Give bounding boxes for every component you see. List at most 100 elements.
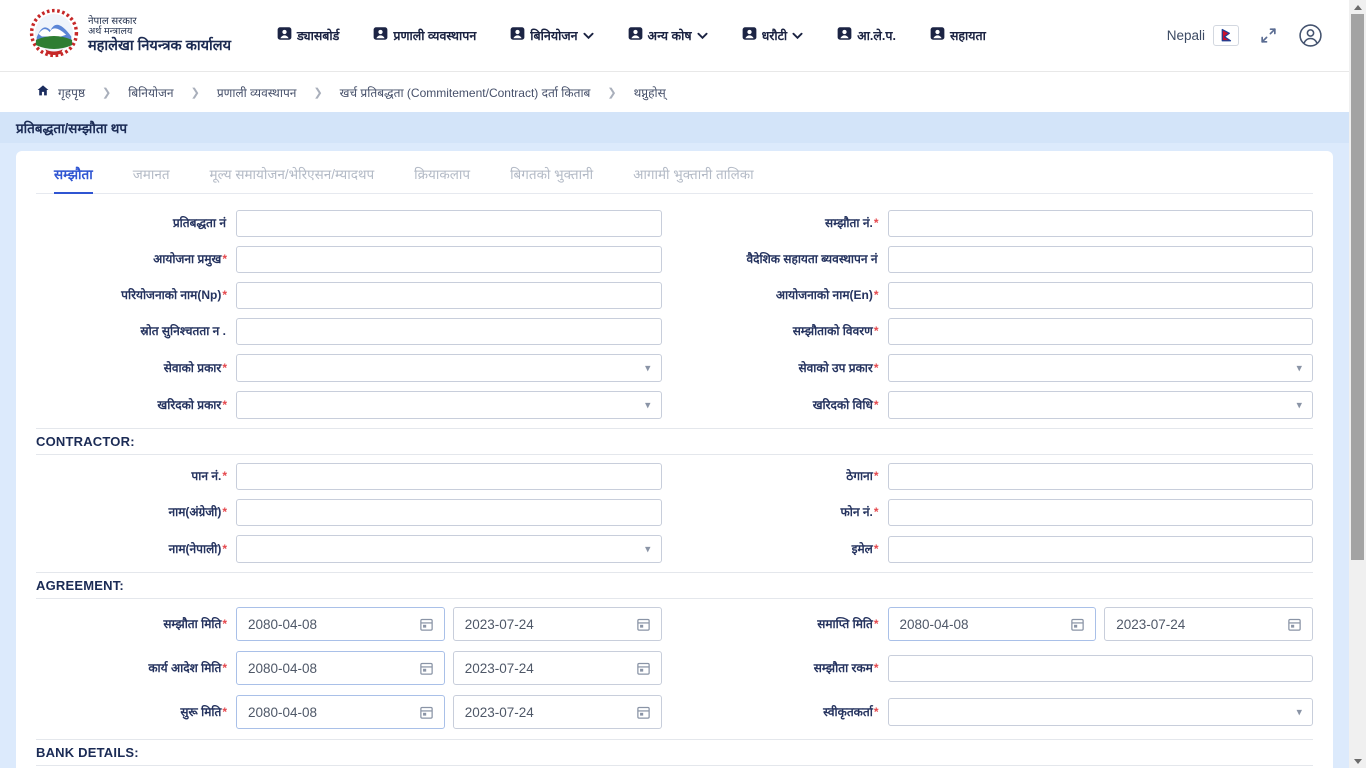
breadcrumb-label: बिनियोजन: [128, 84, 173, 101]
work-order-date-ad-input[interactable]: 2023-07-24: [453, 651, 662, 685]
end-date-bs-input[interactable]: 2080-04-08: [888, 607, 1097, 641]
fullscreen-icon[interactable]: [1259, 26, 1278, 45]
tab-samjhauta[interactable]: सम्झौता: [54, 165, 93, 194]
calendar-icon[interactable]: [1287, 617, 1302, 632]
commitment-no-input[interactable]: [236, 210, 662, 237]
nav-item-label: अन्य कोष: [648, 27, 692, 44]
date-value: 2023-07-24: [465, 617, 534, 632]
email-input[interactable]: [888, 536, 1314, 563]
calendar-icon[interactable]: [636, 617, 651, 632]
breadcrumb-item[interactable]: बिनियोजन: [128, 84, 173, 101]
phone-no-input[interactable]: [888, 499, 1314, 526]
scroll-down-arrow[interactable]: [1349, 754, 1366, 768]
required-asterisk: *: [222, 361, 227, 375]
agreement-detail-input[interactable]: [888, 318, 1314, 345]
label-text: सुरू मिति: [180, 705, 221, 719]
page-title: प्रतिबद्धता/सम्झौता थप: [16, 119, 127, 137]
form-field: परियोजनाको नाम(Np)*: [36, 282, 662, 309]
address-input[interactable]: [888, 463, 1314, 490]
work-order-date-bs-input[interactable]: 2080-04-08: [236, 651, 445, 685]
required-asterisk: *: [222, 661, 227, 675]
label-text: आयोजना प्रमुख: [153, 252, 221, 266]
scrollbar-thumb[interactable]: [1351, 14, 1364, 560]
field-label: फोन नं.*: [688, 505, 888, 520]
breadcrumb-item[interactable]: खर्च प्रतिबद्धता (Commitement/Contract) …: [340, 84, 591, 101]
date-value: 2023-07-24: [1116, 617, 1185, 632]
required-asterisk: *: [874, 542, 879, 556]
procurement-method-select[interactable]: ▾: [888, 391, 1314, 419]
chevron-down-icon: ▾: [645, 362, 651, 375]
form-field: पान नं.*: [36, 463, 662, 490]
calendar-icon[interactable]: [419, 617, 434, 632]
form-field: सेवाको उप प्रकार* ▾: [688, 354, 1314, 382]
agreement-no-input[interactable]: [888, 210, 1314, 237]
breadcrumb-home[interactable]: गृहपृष्ठ: [36, 84, 85, 101]
agreement-amount-input[interactable]: [888, 655, 1314, 682]
tab-jamanat[interactable]: जमानत: [133, 165, 170, 193]
breadcrumb-label: गृहपृष्ठ: [58, 84, 85, 101]
label-text: आयोजनाको नाम(En): [776, 288, 873, 302]
calendar-icon[interactable]: [1070, 617, 1085, 632]
scroll-up-arrow[interactable]: [1349, 0, 1366, 14]
tab-aagami-bhuktani-talika[interactable]: आगामी भुक्तानी तालिका: [633, 165, 754, 193]
label-text: इमेल: [852, 542, 873, 556]
tab-kriyakalap[interactable]: क्रियाकलाप: [414, 165, 470, 193]
nav-item-biniyojan[interactable]: बिनियोजन: [510, 26, 593, 46]
label-text: स्रोत सुनिश्चतता न .: [140, 324, 226, 338]
nepal-flag-icon: [1213, 25, 1239, 46]
foreign-aid-mgmt-no-input[interactable]: [888, 246, 1314, 273]
app-root: नेपाल सरकार अर्थ मन्त्रालय महालेखा नियन्…: [0, 0, 1349, 768]
calendar-icon[interactable]: [419, 661, 434, 676]
name-nepali-select[interactable]: ▾: [236, 535, 662, 563]
project-name-np-input[interactable]: [236, 282, 662, 309]
calendar-icon[interactable]: [419, 705, 434, 720]
project-name-en-input[interactable]: [888, 282, 1314, 309]
nav-item-help[interactable]: सहायता: [930, 26, 986, 46]
agreement-date-bs-input[interactable]: 2080-04-08: [236, 607, 445, 641]
field-label: पान नं.*: [36, 469, 236, 484]
nav-item-label: आ.ले.प.: [857, 27, 896, 44]
source-assurance-no-input[interactable]: [236, 318, 662, 345]
field-label: प्रतिबद्धता नं: [36, 216, 236, 231]
required-asterisk: *: [874, 398, 879, 412]
tab-bigatko-bhuktani[interactable]: बिगतको भुक्तानी: [510, 165, 593, 193]
breadcrumb-item-current[interactable]: थप्नुहोस्: [634, 84, 666, 101]
nav-item-dharauti[interactable]: धरौटी: [742, 26, 804, 46]
form-field: ठेगाना*: [688, 463, 1314, 490]
label-text: वैदेशिक सहायता ब्यवस्थापन नं: [746, 252, 877, 266]
start-date-ad-input[interactable]: 2023-07-24: [453, 695, 662, 729]
required-asterisk: *: [222, 542, 227, 556]
nav-item-anya-kosh[interactable]: अन्य कोष: [628, 26, 708, 46]
logo-block[interactable]: नेपाल सरकार अर्थ मन्त्रालय महालेखा नियन्…: [28, 8, 231, 63]
calendar-icon[interactable]: [636, 661, 651, 676]
end-date-ad-input[interactable]: 2023-07-24: [1104, 607, 1313, 641]
breadcrumb-item[interactable]: प्रणाली व्यवस्थापन: [217, 84, 297, 101]
date-value: 2080-04-08: [248, 617, 317, 632]
nav-item-alep[interactable]: आ.ले.प.: [837, 26, 896, 46]
pan-no-input[interactable]: [236, 463, 662, 490]
agreement-date-ad-input[interactable]: 2023-07-24: [453, 607, 662, 641]
content-area: सम्झौता जमानत मूल्य समायोजन/भेरिएसन/म्या…: [0, 143, 1349, 768]
start-date-bs-input[interactable]: 2080-04-08: [236, 695, 445, 729]
required-asterisk: *: [874, 288, 879, 302]
tab-mulya-samayojan[interactable]: मूल्य समायोजन/भेरिएसन/म्यादथप: [210, 165, 375, 193]
project-chief-input[interactable]: [236, 246, 662, 273]
calendar-icon[interactable]: [636, 705, 651, 720]
required-asterisk: *: [222, 398, 227, 412]
nav-item-label: सहायता: [950, 27, 986, 44]
name-english-input[interactable]: [236, 499, 662, 526]
language-switcher[interactable]: Nepali: [1167, 25, 1239, 46]
chevron-right-icon: ❯: [313, 86, 322, 99]
field-label: सम्झौता मिति*: [36, 617, 236, 632]
service-type-select[interactable]: ▾: [236, 354, 662, 382]
field-label: स्वीकृतकर्ता*: [688, 705, 888, 720]
label-text: स्वीकृतकर्ता: [823, 705, 873, 719]
nav-item-dashboard[interactable]: ड्यासबोर्ड: [277, 26, 339, 46]
approver-select[interactable]: ▾: [888, 698, 1314, 726]
procurement-type-select[interactable]: ▾: [236, 391, 662, 419]
field-label: कार्य आदेश मिति*: [36, 661, 236, 676]
service-sub-type-select[interactable]: ▾: [888, 354, 1314, 382]
user-account-icon[interactable]: [1298, 23, 1323, 48]
vertical-scrollbar[interactable]: [1349, 0, 1366, 768]
nav-item-system-management[interactable]: प्रणाली व्यवस्थापन: [373, 26, 476, 46]
